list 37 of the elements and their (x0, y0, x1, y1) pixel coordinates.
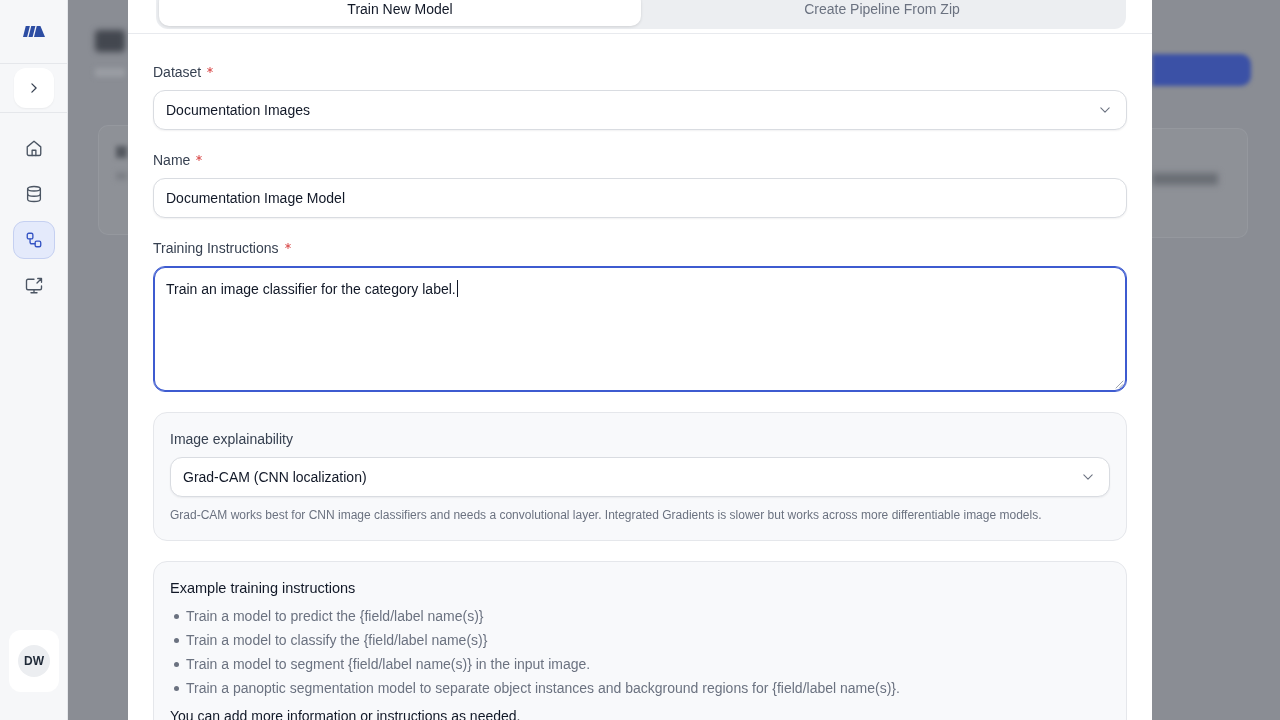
blurred-text-block (116, 172, 127, 180)
avatar: DW (18, 645, 50, 677)
list-item: Train a model to predict the {field/label name(s)} (186, 607, 484, 626)
chevron-down-icon (1100, 107, 1110, 113)
nav-button[interactable] (12, 221, 55, 259)
field-label: Dataset (153, 63, 202, 82)
help-text: Grad-CAM works best for CNN image classifiers and needs a convolutional layer. Integrated Gradients is slower but works across more differentiable image models. (170, 507, 1043, 524)
field-label: Name (153, 151, 191, 170)
list-item: Train a model to segment {field/label name(s)} in the input image. (186, 655, 591, 674)
bullet-icon (174, 661, 179, 667)
bullet-icon (174, 613, 179, 619)
panel-title: Example training instructions (170, 579, 357, 598)
chevron-down-icon (1083, 474, 1093, 480)
textarea-field[interactable]: Train an image classifier for the category label. (153, 266, 1127, 392)
select-field[interactable]: Documentation Images (153, 90, 1127, 130)
blurred-text-block (1152, 173, 1218, 185)
home-icon (24, 139, 43, 157)
bullet-icon (174, 685, 179, 691)
list-item: Train a panoptic segmentation model to separate object instances and background regions for {field/label name(s)}. (186, 679, 900, 698)
list-item: Train a model to classify the {field/label name(s)} (186, 631, 488, 650)
resize-handle-icon[interactable] (1115, 380, 1124, 389)
panel-label: Image explainability (170, 430, 294, 449)
logo-icon (22, 26, 45, 37)
select-field[interactable]: Grad-CAM (CNN localization) (170, 457, 1110, 497)
tab[interactable]: Create Pipeline From Zip (641, 0, 1123, 26)
bullet-icon (174, 637, 179, 643)
account-button[interactable]: DW (9, 630, 59, 692)
chevron-right-icon (30, 83, 37, 93)
blurred-text-block (116, 146, 127, 158)
text-field[interactable]: Documentation Image Model (153, 178, 1127, 218)
field-label: Training Instructions (153, 239, 279, 258)
workflow-icon (24, 231, 43, 249)
blurred-heading-block (95, 30, 125, 52)
database-icon (24, 185, 43, 203)
text-caret (456, 280, 458, 297)
tab[interactable]: Train New Model (159, 0, 641, 26)
monitor-arrow-icon (24, 277, 43, 295)
